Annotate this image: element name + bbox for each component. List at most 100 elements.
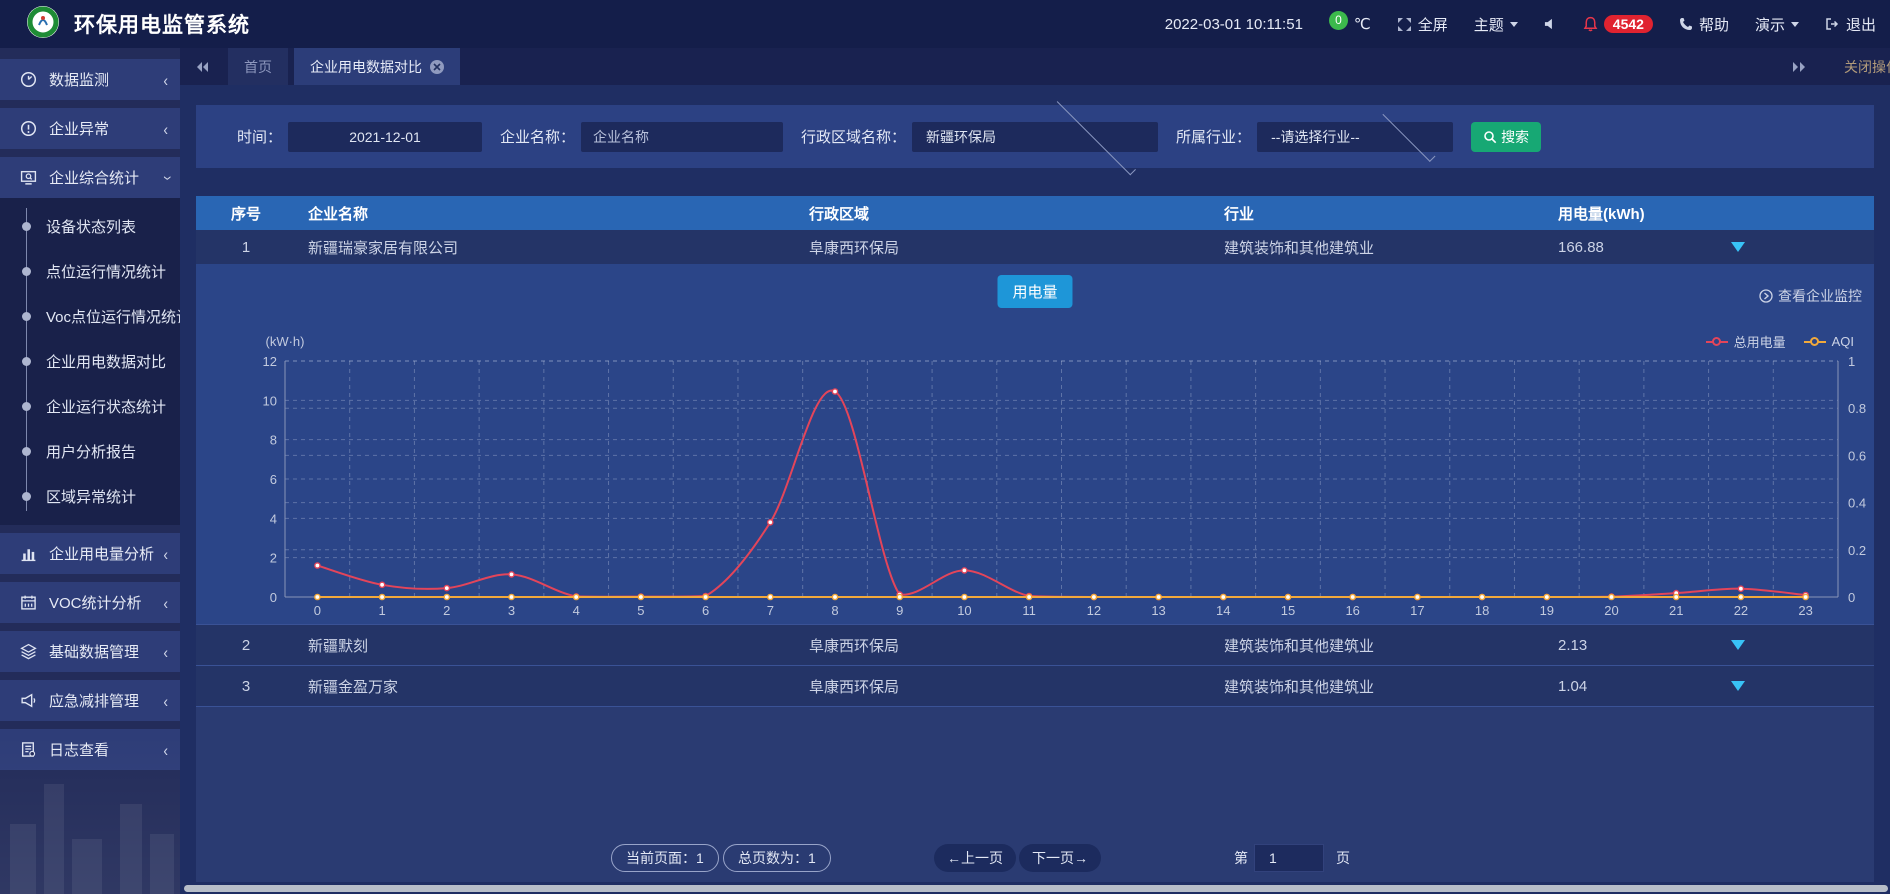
company-name-input[interactable] <box>581 122 783 152</box>
double-arrow-left-icon <box>196 61 210 73</box>
sidebar-item-6[interactable]: 应急减排管理 ‹ <box>0 680 180 721</box>
pagination: 当前页面：1 总页数为：1 ←上一页 下一页→ 第 页 <box>196 844 1874 874</box>
tabs-scroll-right-button[interactable] <box>1776 61 1822 73</box>
close-tab-icon[interactable] <box>430 60 444 74</box>
sidebar-item-4[interactable]: VOC统计分析 ‹ <box>0 582 180 623</box>
col-header-index: 序号 <box>196 203 296 224</box>
sidebar-subitem-label: 区域异常统计 <box>46 486 136 507</box>
mute-button[interactable] <box>1544 17 1557 31</box>
svg-text:10: 10 <box>263 393 277 408</box>
demo-menu[interactable]: 演示 <box>1755 14 1799 35</box>
fullscreen-button[interactable]: 全屏 <box>1397 14 1448 35</box>
tab-home[interactable]: 首页 <box>228 48 288 85</box>
svg-text:6: 6 <box>702 603 709 618</box>
svg-text:13: 13 <box>1151 603 1165 618</box>
svg-text:22: 22 <box>1734 603 1748 618</box>
close-operations-menu[interactable]: 关闭操作 <box>1844 57 1890 77</box>
expand-row-button[interactable] <box>1731 640 1745 650</box>
sidebar-subitem-label: 企业运行状态统计 <box>46 396 166 417</box>
sidebar-subitem-1[interactable]: 点位运行情况统计 <box>0 249 180 294</box>
svg-text:18: 18 <box>1475 603 1489 618</box>
sidebar-item-label: 日志查看 <box>49 739 109 760</box>
sidebar-item-1[interactable]: 企业异常 ‹ <box>0 108 180 149</box>
sidebar-subitem-6[interactable]: 区域异常统计 <box>0 474 180 519</box>
table-header: 序号 企业名称 行政区域 行业 用电量(kWh) <box>196 196 1874 230</box>
svg-text:0: 0 <box>270 590 277 605</box>
row-region: 阜康西环保局 <box>797 676 1212 697</box>
chevron-icon: ‹ <box>163 70 168 89</box>
svg-text:6: 6 <box>270 472 277 487</box>
app-header: 环保用电监管系统 2022-03-01 10:11:51 0 ℃ 全屏 主题 4… <box>0 0 1890 48</box>
row-index: 3 <box>196 678 296 695</box>
sidebar-item-5[interactable]: 基础数据管理 ‹ <box>0 631 180 672</box>
svg-text:(kW·h): (kW·h) <box>266 334 305 349</box>
prev-page-button[interactable]: ←上一页 <box>934 844 1016 872</box>
fullscreen-icon <box>1397 17 1412 32</box>
svg-text:7: 7 <box>767 603 774 618</box>
tab-power-data-compare[interactable]: 企业用电数据对比 <box>294 48 460 85</box>
sidebar-subitem-5[interactable]: 用户分析报告 <box>0 429 180 474</box>
row-industry: 建筑装饰和其他建筑业 <box>1212 237 1546 258</box>
svg-text:0: 0 <box>1848 590 1855 605</box>
search-button[interactable]: 搜索 <box>1471 122 1541 152</box>
svg-text:3: 3 <box>508 603 515 618</box>
sidebar-subitem-label: 企业用电数据对比 <box>46 351 166 372</box>
industry-select[interactable]: --请选择行业-- <box>1257 122 1453 152</box>
temperature-unit: ℃ <box>1354 15 1371 33</box>
chevron-icon: ‹ <box>163 119 168 138</box>
row-company: 新疆金盈万家 <box>296 676 797 697</box>
megaphone-icon <box>20 692 38 710</box>
sidebar-subitem-0[interactable]: 设备状态列表 <box>0 204 180 249</box>
chevron-down-icon <box>1056 96 1135 175</box>
svg-text:4: 4 <box>270 511 277 526</box>
sidebar-subitem-2[interactable]: Voc点位运行情况统计 <box>0 294 180 339</box>
next-page-button[interactable]: 下一页→ <box>1019 844 1101 872</box>
col-header-kwh: 用电量(kWh) <box>1546 203 1711 224</box>
expand-row-button[interactable] <box>1731 681 1745 691</box>
jump-page-prefix: 第 <box>1234 844 1248 872</box>
usage-line-chart: 02468101200.20.40.60.8101234567891011121… <box>196 264 1874 624</box>
help-button[interactable]: 帮助 <box>1679 14 1729 35</box>
row-kwh: 2.13 <box>1546 637 1711 654</box>
svg-text:1: 1 <box>378 603 385 618</box>
row-region: 阜康西环保局 <box>797 237 1212 258</box>
time-filter-input[interactable] <box>288 122 482 152</box>
collapse-row-button[interactable] <box>1731 242 1745 252</box>
sidebar-subitem-4[interactable]: 企业运行状态统计 <box>0 384 180 429</box>
logout-button[interactable]: 退出 <box>1825 14 1876 35</box>
svg-text:4: 4 <box>573 603 580 618</box>
jump-page-input[interactable] <box>1254 844 1324 872</box>
tabs-scroll-left-button[interactable] <box>180 48 226 85</box>
svg-text:0.8: 0.8 <box>1848 401 1866 416</box>
region-select[interactable]: 新疆环保局 <box>912 122 1158 152</box>
chevron-icon: ‹ <box>163 691 168 710</box>
svg-text:0.4: 0.4 <box>1848 496 1866 511</box>
table-row: 1 新疆瑞豪家居有限公司 阜康西环保局 建筑装饰和其他建筑业 166.88 <box>196 230 1874 264</box>
theme-menu[interactable]: 主题 <box>1474 14 1518 35</box>
datetime: 2022-03-01 10:11:51 <box>1165 16 1303 33</box>
sidebar-item-3[interactable]: 企业用电量分析 ‹ <box>0 533 180 574</box>
row-index: 2 <box>196 637 296 654</box>
sidebar-item-0[interactable]: 数据监测 ‹ <box>0 59 180 100</box>
svg-text:23: 23 <box>1798 603 1812 618</box>
svg-text:10: 10 <box>957 603 971 618</box>
layers-icon <box>20 643 38 661</box>
horizontal-scrollbar[interactable] <box>184 885 1888 892</box>
table-row: 3 新疆金盈万家 阜康西环保局 建筑装饰和其他建筑业 1.04 <box>196 666 1874 707</box>
svg-text:20: 20 <box>1604 603 1618 618</box>
sidebar-item-label: 企业异常 <box>49 118 109 139</box>
temperature-badge: 0 <box>1329 11 1348 30</box>
row-company: 新疆瑞豪家居有限公司 <box>296 237 797 258</box>
svg-text:11: 11 <box>1022 603 1035 618</box>
tab-bar: 首页 企业用电数据对比 关闭操作 <box>180 48 1890 85</box>
bell-icon <box>1583 16 1598 32</box>
sidebar-item-7[interactable]: 日志查看 ‹ <box>0 729 180 770</box>
row-detail-chart-panel: 用电量 查看企业监控 总用电量 AQI 02468101200.20.40.60… <box>196 264 1874 624</box>
temperature-indicator: 0 ℃ <box>1329 15 1371 33</box>
jump-page-suffix: 页 <box>1336 844 1350 872</box>
sidebar-subitem-3[interactable]: 企业用电数据对比 <box>0 339 180 384</box>
row-region: 阜康西环保局 <box>797 635 1212 656</box>
sidebar-item-2[interactable]: 企业综合统计 ‹ <box>0 157 180 198</box>
sidebar-item-label: 企业用电量分析 <box>49 543 154 564</box>
notifications[interactable]: 4542 <box>1583 15 1653 33</box>
